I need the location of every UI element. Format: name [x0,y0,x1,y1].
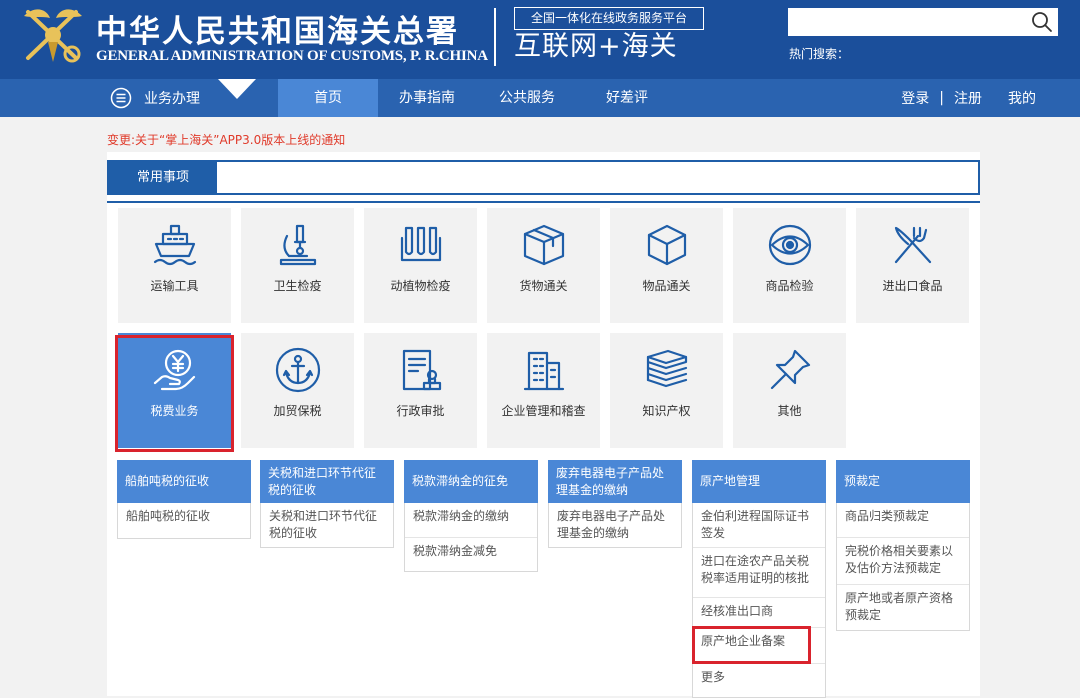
list-item[interactable]: 完税价格相关要素以及估价方法预裁定 [837,537,969,584]
tile-label: 物品通关 [642,279,691,293]
subcategory-origin-management: 原产地管理 金伯利进程国际证书签发 进口在途农产品关税税率适用证明的核批 经核准… [692,460,826,698]
nav-notch [218,79,256,99]
subcategory-title[interactable]: 预裁定 [836,460,970,503]
list-item[interactable]: 金伯利进程国际证书签发 [693,503,825,547]
panel-divider [107,201,980,203]
tile-articles-clearance[interactable]: 物品通关 [610,208,723,323]
subcategory-list: 税款滞纳金的缴纳 税款滞纳金减免 [404,503,538,572]
tile-administrative-approval[interactable]: 行政审批 [364,333,477,448]
subcategory-title[interactable]: 税款滞纳金的征免 [404,460,538,503]
ship-icon [153,224,197,266]
cutlery-icon [894,226,932,264]
tile-label: 行政审批 [396,404,445,418]
nav-public-service[interactable]: 公共服务 [480,79,574,117]
tile-label: 进出口食品 [882,279,943,293]
nav-guide[interactable]: 办事指南 [380,79,474,117]
mine-link[interactable]: 我的 [1008,88,1036,108]
platform-name[interactable]: 互联网+海关 [514,31,714,63]
list-item[interactable]: 进口在途农产品关税税率适用证明的核批 [693,547,825,597]
business-menu-label: 业务办理 [144,91,200,107]
tile-import-export-food[interactable]: 进出口食品 [856,208,969,323]
site-title-cn: 中华人民共和国海关总署 [96,14,459,50]
tile-label: 企业管理和稽查 [501,404,586,418]
tile-transport[interactable]: 运输工具 [118,208,231,323]
tile-label: 商品检验 [765,279,814,293]
tile-other[interactable]: 其他 [733,333,846,448]
list-item[interactable]: 原产地或者原产资格预裁定 [837,584,969,630]
tile-label: 动植物检疫 [390,279,451,293]
list-item[interactable]: 税款滞纳金减免 [405,537,537,571]
list-item[interactable]: 经核准出口商 [693,597,825,627]
subcategory-waste-electronics-fund: 废弃电器电子产品处理基金的缴纳 废弃电器电子产品处理基金的缴纳 [548,460,682,548]
link-separator: | [939,90,944,106]
subcategory-list: 关税和进口环节代征税的征收 [260,503,394,548]
tile-label: 其他 [777,404,802,418]
business-menu-button[interactable]: 业务办理 [110,79,200,117]
subcategory-tariff-collection: 关税和进口环节代征税的征收 关税和进口环节代征税的征收 [260,460,394,548]
subcategory-title[interactable]: 原产地管理 [692,460,826,503]
subcategory-list: 商品归类预裁定 完税价格相关要素以及估价方法预裁定 原产地或者原产资格预裁定 [836,503,970,631]
tile-label: 税费业务 [150,404,199,418]
subcategory-late-fee: 税款滞纳金的征免 税款滞纳金的缴纳 税款滞纳金减免 [404,460,538,572]
site-title-en: GENERAL ADMINISTRATION OF CUSTOMS, P. R.… [96,48,488,64]
document-stamp-icon [402,349,442,391]
tile-animal-plant-quarantine[interactable]: 动植物检疫 [364,208,477,323]
eye-icon [768,224,812,266]
list-item[interactable]: 商品归类预裁定 [837,503,969,537]
subcategory-tonnage-tax: 船舶吨税的征收 船舶吨税的征收 [117,460,251,539]
subcategory-title[interactable]: 废弃电器电子产品处理基金的缴纳 [548,460,682,503]
search-box [788,8,1058,36]
search-icon[interactable] [1030,10,1054,34]
subcategory-title[interactable]: 船舶吨税的征收 [117,460,251,503]
nav-rating[interactable]: 好差评 [580,79,674,117]
tile-label: 运输工具 [150,279,199,293]
microscope-icon [279,224,317,266]
search-input[interactable] [788,8,1018,36]
menu-icon [110,87,132,109]
subcategory-title[interactable]: 关税和进口环节代征税的征收 [260,460,394,503]
platform-tag: 全国一体化在线政务服务平台 [514,7,704,30]
nav-home[interactable]: 首页 [278,79,378,117]
panel-header: 常用事项 [107,160,980,195]
header-divider [494,8,496,66]
list-item[interactable]: 船舶吨税的征收 [118,503,250,538]
yen-hand-icon [153,349,196,391]
tile-commodity-inspection[interactable]: 商品检验 [733,208,846,323]
list-item[interactable]: 废弃电器电子产品处理基金的缴纳 [549,503,681,547]
tile-label: 知识产权 [642,404,691,418]
notice-link[interactable]: 变更:关于“掌上海关”APP3.0版本上线的通知 [107,131,345,148]
user-links: 登录 | 注册 我的 [901,79,1036,117]
open-box-icon [523,224,565,266]
test-tubes-icon [400,226,442,262]
tile-intellectual-property[interactable]: 知识产权 [610,333,723,448]
books-icon [646,349,688,388]
pin-icon [770,349,811,390]
hot-search-label: 热门搜索： [789,47,850,61]
register-link[interactable]: 注册 [954,88,982,108]
tile-label: 加贸保税 [273,404,322,418]
login-link[interactable]: 登录 [901,88,929,108]
tile-label: 卫生检疫 [273,279,322,293]
list-item[interactable]: 原产地企业备案 [693,627,825,663]
tile-enterprise-management[interactable]: 企业管理和稽查 [487,333,600,448]
list-item[interactable]: 关税和进口环节代征税的征收 [261,503,393,547]
list-item[interactable]: 税款滞纳金的缴纳 [405,503,537,537]
subcategory-advance-ruling: 预裁定 商品归类预裁定 完税价格相关要素以及估价方法预裁定 原产地或者原产资格预… [836,460,970,631]
main-nav: 业务办理 首页 办事指南 公共服务 好差评 登录 | 注册 我的 [0,79,1080,117]
customs-emblem-icon[interactable] [20,2,86,68]
cube-icon [647,224,687,266]
subcategory-list: 金伯利进程国际证书签发 进口在途农产品关税税率适用证明的核批 经核准出口商 原产… [692,503,826,698]
more-link[interactable]: 更多 [693,663,825,697]
tile-tax-business[interactable]: 税费业务 [118,333,231,448]
building-icon [523,351,565,391]
tile-processing-trade-bonded[interactable]: 加贸保税 [241,333,354,448]
tile-health-quarantine[interactable]: 卫生检疫 [241,208,354,323]
tile-label: 货物通关 [519,279,568,293]
subcategory-list: 船舶吨税的征收 [117,503,251,539]
subcategory-list: 废弃电器电子产品处理基金的缴纳 [548,503,682,548]
tile-goods-clearance[interactable]: 货物通关 [487,208,600,323]
anchor-icon [275,347,321,393]
common-items-tab[interactable]: 常用事项 [109,162,217,193]
site-header: 中华人民共和国海关总署 GENERAL ADMINISTRATION OF CU… [0,0,1080,79]
